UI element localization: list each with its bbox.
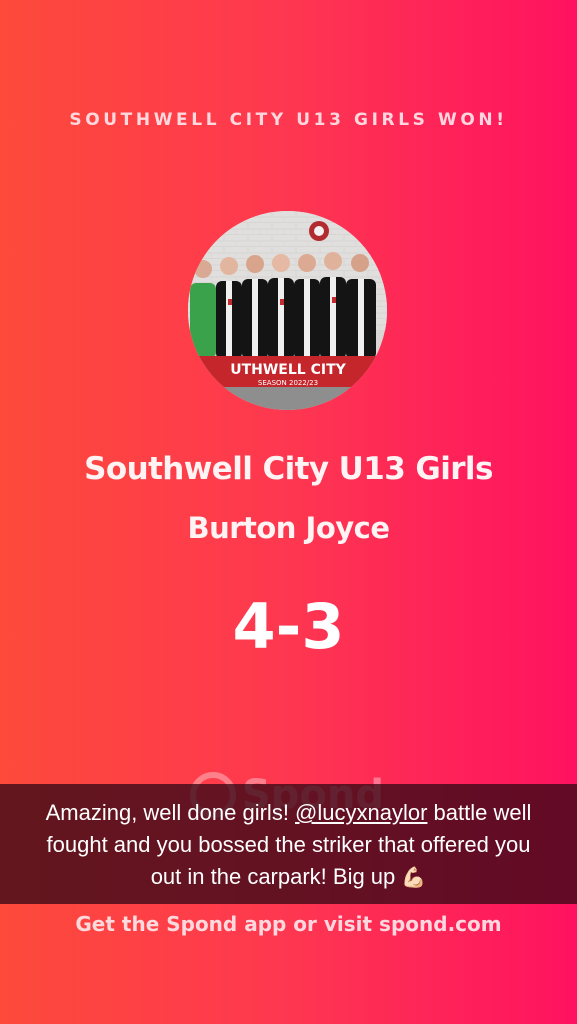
- team-photo: UTHWELL CITY SEASON 2022/23: [188, 211, 387, 410]
- footer-cta: Get the Spond app or visit spond.com: [0, 912, 577, 936]
- team-photo-image: UTHWELL CITY SEASON 2022/23: [188, 211, 387, 410]
- caption-text-start: Amazing, well done girls!: [45, 800, 296, 825]
- photo-banner-season: SEASON 2022/23: [258, 379, 318, 387]
- story-caption: Amazing, well done girls! @lucyxnaylor b…: [0, 784, 577, 904]
- result-headline: SOUTHWELL CITY U13 GIRLS WON!: [69, 110, 508, 130]
- away-team-name: Burton Joyce: [187, 511, 390, 545]
- flexed-biceps-icon: 💪🏻: [401, 865, 427, 889]
- photo-banner-text: UTHWELL CITY: [230, 362, 346, 378]
- spond-website-link[interactable]: spond.com: [379, 912, 502, 936]
- caption-mention-link[interactable]: @lucyxnaylor: [295, 800, 427, 825]
- home-team-name: Southwell City U13 Girls: [84, 451, 493, 487]
- match-score: 4-3: [232, 590, 345, 663]
- footer-text: Get the Spond app or visit: [75, 912, 380, 936]
